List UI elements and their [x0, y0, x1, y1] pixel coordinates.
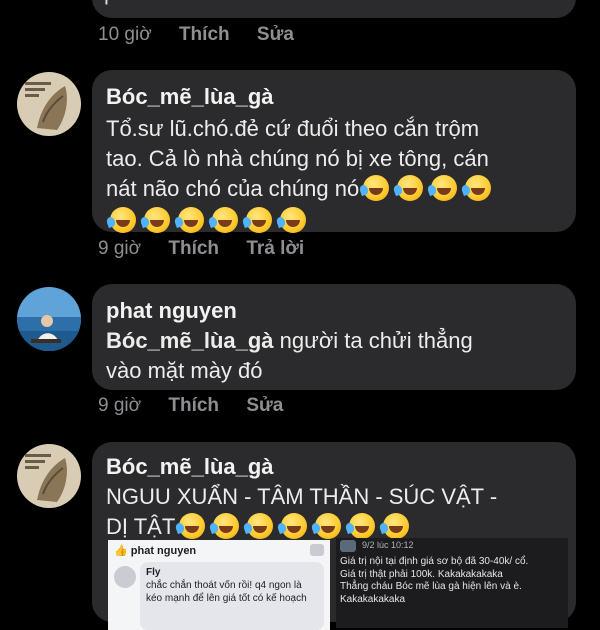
laughing-emoji-icon [281, 513, 308, 539]
emoji-row [106, 206, 576, 236]
laughing-emoji-icon [431, 175, 458, 201]
comment-meta-top: 10 giờ Thích Sửa [98, 24, 316, 46]
screenshot-body: Giá trị nội tại định giá sơ bộ đã 30-40k… [340, 556, 566, 606]
screenshot-date: 9/2 lúc 10:12 [362, 540, 414, 550]
embedded-screenshot-left[interactable]: 👍 phat nguyen Fly chắc chắn thoát vốn rồ… [108, 540, 330, 630]
screenshot-line: Thẳng cháu Bóc mẽ lùa gà hiện lên và è. [340, 581, 522, 592]
laughing-emoji-icon [179, 513, 206, 539]
laughing-emoji-icon [247, 513, 274, 539]
screenshot-reply-line: chắc chắn thoát vốn rồi! q4 ngon là [146, 580, 302, 591]
comment-line-rest: người ta chửi thẳng [273, 328, 473, 353]
laughing-emoji-icon [144, 207, 170, 233]
comment-line: Bóc_mẽ_lùa_gà người ta chửi thẳng [106, 326, 576, 356]
screenshot-line: Giá trị thật phải 100k. Kakakakakaka [340, 568, 503, 580]
comment-time: 10 giờ [98, 24, 152, 45]
avatar[interactable] [17, 287, 81, 351]
comment-text-fragment: phet [104, 0, 147, 8]
avatar-photo-icon [17, 287, 81, 351]
like-button[interactable]: Thích [168, 395, 219, 416]
reply-button[interactable]: Trả lời [246, 238, 304, 259]
screenshot-avatar-icon [114, 566, 136, 588]
comment-text: Bóc_mẽ_lùa_gà người ta chửi thẳng vào mặ… [106, 326, 576, 386]
edit-button[interactable]: Sửa [246, 395, 283, 416]
screenshot-header: 👍 phat nguyen [114, 544, 196, 557]
comment-bubble: phat nguyen Bóc_mẽ_lùa_gà người ta chửi … [92, 284, 576, 390]
like-button[interactable]: Thích [168, 238, 219, 259]
screenshot-reply-line: kéo mạnh để lên giá tốt có kế hoạch [146, 593, 307, 604]
embedded-screenshot-right[interactable]: 9/2 lúc 10:12 Giá trị nội tại định giá s… [336, 538, 568, 628]
laughing-emoji-icon [349, 513, 376, 539]
screenshot-avatar-icon [340, 540, 356, 552]
comment-author[interactable]: phat nguyen [106, 298, 237, 324]
comment-line: Tổ.sư lũ.chó.đẻ cứ đuổi theo cắn trộm [106, 116, 480, 141]
screenshot-like-icon [310, 544, 324, 556]
laughing-emoji-icon [315, 513, 342, 539]
comment-line-with-emoji: nát não chó của chúng nó [106, 174, 576, 204]
screenshot-line: Giá trị nội tại định giá sơ bộ đã 30-40k… [340, 556, 529, 567]
comment-time: 9 giờ [98, 238, 142, 259]
comment-bubble: Bóc_mẽ_lùa_gà NGUU XUẨN - TÂM THẦN - SÚC… [92, 442, 576, 630]
laughing-emoji-icon [383, 513, 410, 539]
comment-bubble-top: phet [92, 0, 576, 18]
edit-button[interactable]: Sửa [257, 24, 294, 45]
laughing-emoji-icon [110, 207, 136, 233]
comment-bubble: Bóc_mẽ_lùa_gà Tổ.sư lũ.chó.đẻ cứ đuổi th… [92, 70, 576, 233]
like-thumb-icon: 👍 [114, 545, 128, 557]
comment-line: vào mặt mày đó [106, 358, 263, 383]
laughing-emoji-icon [363, 175, 390, 201]
comment-author[interactable]: Bóc_mẽ_lùa_gà [106, 454, 274, 480]
screenshot-reply-author: Fly [146, 567, 161, 578]
mention-tag[interactable]: Bóc_mẽ_lùa_gà [106, 328, 274, 353]
comment-text: NGUU XUẨN - TÂM THẦN - SÚC VẬT - DỊ TẬT [106, 482, 576, 542]
comment-meta: 9 giờ Thích Sửa [98, 395, 305, 417]
laughing-emoji-icon [465, 175, 492, 201]
comment-line: nát não chó của chúng nó [106, 176, 360, 201]
comment-text: Tổ.sư lũ.chó.đẻ cứ đuổi theo cắn trộm ta… [106, 114, 576, 236]
comment-line: tao. Cả lò nhà chúng nó bị xe tông, cán [106, 146, 489, 171]
comment-meta: 9 giờ Thích Trả lời [98, 238, 326, 260]
laughing-emoji-icon [280, 207, 306, 233]
like-button[interactable]: Thích [179, 24, 230, 45]
laughing-emoji-icon [213, 513, 240, 539]
comment-line: DỊ TẬT [106, 514, 176, 539]
comment-time: 9 giờ [98, 395, 142, 416]
laughing-emoji-icon [397, 175, 424, 201]
avatar[interactable] [17, 444, 81, 508]
avatar-image-icon [17, 72, 81, 136]
comment-author[interactable]: Bóc_mẽ_lùa_gà [106, 84, 274, 110]
comment-line: NGUU XUẨN - TÂM THẦN - SÚC VẬT - [106, 484, 498, 509]
laughing-emoji-icon [212, 207, 238, 233]
screenshot-reply: Fly chắc chắn thoát vốn rồi! q4 ngon là … [140, 562, 324, 630]
laughing-emoji-icon [246, 207, 272, 233]
laughing-emoji-icon [178, 207, 204, 233]
avatar[interactable] [17, 72, 81, 136]
avatar-image-icon [17, 444, 81, 508]
screenshot-author: phat nguyen [130, 545, 197, 557]
